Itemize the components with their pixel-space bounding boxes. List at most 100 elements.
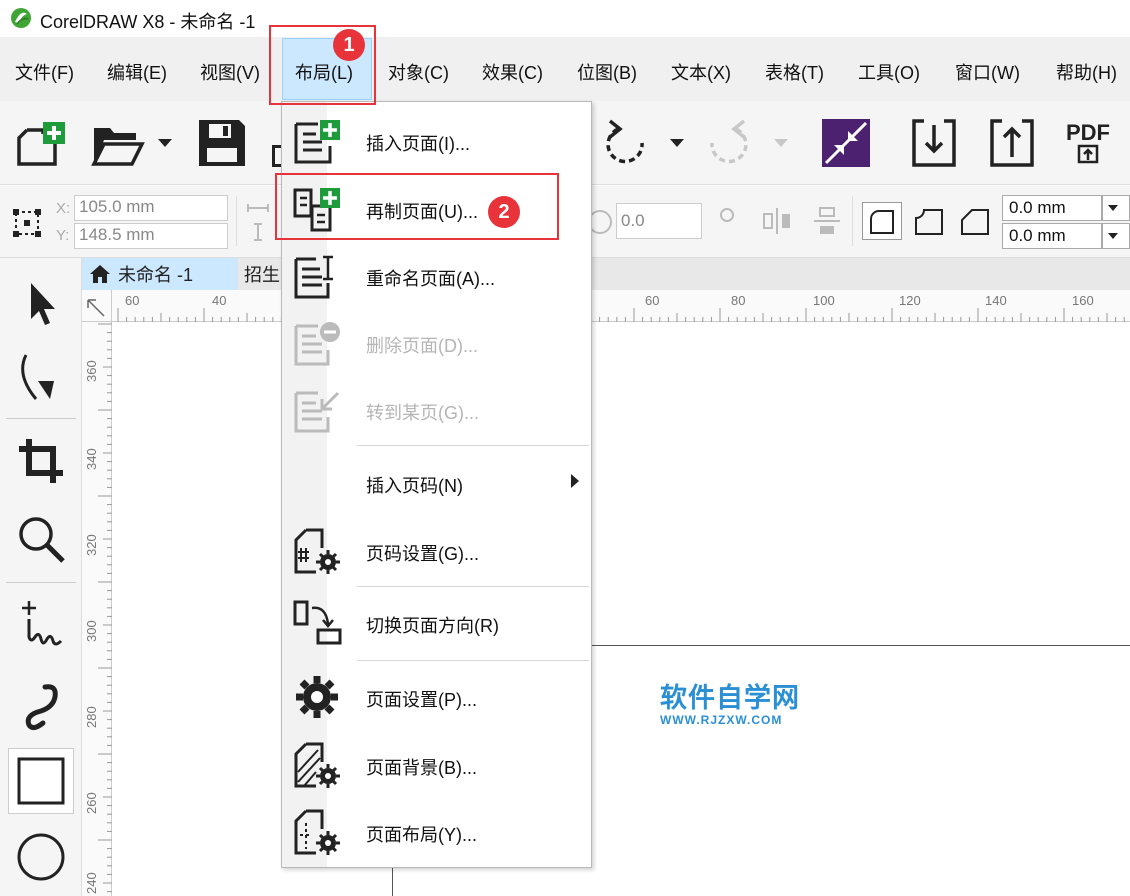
corner-radius-top-spinner[interactable] bbox=[1102, 195, 1130, 221]
x-position-input[interactable]: 105.0 mm bbox=[74, 195, 228, 221]
export-button[interactable] bbox=[984, 115, 1040, 171]
insert-page-icon bbox=[294, 120, 340, 164]
corel-connect-button[interactable] bbox=[818, 115, 874, 171]
toolbox bbox=[0, 258, 82, 896]
undo-button[interactable] bbox=[598, 115, 654, 171]
ruler-label: 340 bbox=[84, 448, 99, 470]
toolbox-separator bbox=[6, 418, 76, 419]
home-icon bbox=[90, 265, 110, 283]
corner-radius-top-input[interactable]: 0.0 mm bbox=[1002, 195, 1102, 221]
page-background-icon bbox=[294, 742, 340, 788]
rotation-angle-input[interactable]: 0.0 bbox=[616, 203, 702, 239]
menu-item-rename-page[interactable]: 重命名页面(A)... bbox=[282, 243, 591, 309]
menu-item-label: 插入页码(N) bbox=[366, 476, 463, 496]
corner-radius-bottom-spinner[interactable] bbox=[1102, 223, 1130, 249]
document-tabs: 未命名 -1 招生 bbox=[82, 258, 1130, 290]
watermark: 软件自学网 WWW.RJZXW.COM bbox=[660, 676, 800, 727]
import-button[interactable] bbox=[906, 115, 962, 171]
x-label: X: bbox=[56, 200, 71, 217]
ellipse-icon bbox=[17, 833, 65, 881]
pdf-label: PDF bbox=[1066, 120, 1110, 145]
redo-icon bbox=[710, 119, 748, 164]
y-label: Y: bbox=[56, 227, 70, 244]
freehand-tool[interactable] bbox=[8, 592, 74, 658]
menu-item-goto-page[interactable]: 转到某页(G)... bbox=[282, 377, 591, 443]
menu-item-label: 删除页面(D)... bbox=[366, 336, 478, 356]
coreldraw-logo-icon bbox=[11, 8, 31, 28]
folder-open-icon bbox=[91, 128, 145, 166]
undo-icon bbox=[606, 119, 644, 164]
menu-table[interactable]: 表格(T) bbox=[765, 59, 824, 85]
save-button[interactable] bbox=[194, 115, 250, 171]
undo-dropdown-arrow-icon[interactable] bbox=[670, 139, 684, 147]
new-document-button[interactable] bbox=[12, 115, 68, 171]
menu-separator bbox=[357, 445, 589, 446]
menu-item-page-layout[interactable]: 页面布局(Y)... bbox=[282, 799, 591, 865]
toolbox-separator bbox=[6, 582, 76, 583]
menu-item-delete-page[interactable]: 删除页面(D)... bbox=[282, 310, 591, 376]
artistic-media-tool[interactable] bbox=[8, 670, 74, 736]
menu-item-label: 插入页面(I)... bbox=[366, 134, 470, 154]
menu-item-page-background[interactable]: 页面背景(B)... bbox=[282, 732, 591, 798]
shape-tool[interactable] bbox=[8, 344, 74, 410]
ruler-label: 320 bbox=[84, 534, 99, 556]
round-corner-button[interactable] bbox=[862, 202, 902, 240]
menu-file[interactable]: 文件(F) bbox=[15, 59, 74, 85]
shape-edit-icon bbox=[21, 354, 54, 400]
pick-arrow-icon bbox=[31, 283, 55, 325]
menu-separator bbox=[357, 586, 589, 587]
menu-item-insert-page-number[interactable]: 插入页码(N) bbox=[282, 450, 591, 516]
menu-separator bbox=[357, 660, 589, 661]
y-position-input[interactable]: 148.5 mm bbox=[74, 223, 228, 249]
menu-bitmaps[interactable]: 位图(B) bbox=[577, 59, 637, 85]
chamfer-corner-icon[interactable] bbox=[958, 204, 994, 238]
title-bar: CorelDRAW X8 - 未命名 -1 bbox=[0, 0, 1130, 37]
ruler-label: 280 bbox=[84, 706, 99, 728]
corner-radius-bottom-input[interactable]: 0.0 mm bbox=[1002, 223, 1102, 249]
menu-help[interactable]: 帮助(H) bbox=[1056, 59, 1117, 85]
switch-orientation-icon bbox=[293, 600, 342, 645]
ruler-label: 140 bbox=[985, 293, 1007, 308]
tab-label: 未命名 -1 bbox=[118, 265, 194, 285]
menu-window[interactable]: 窗口(W) bbox=[955, 59, 1020, 85]
redo-button[interactable] bbox=[702, 115, 758, 171]
new-document-icon bbox=[17, 122, 65, 166]
step-badge-2: 2 bbox=[488, 196, 520, 228]
menu-item-page-setup[interactable]: 页面设置(P)... bbox=[282, 664, 591, 730]
tab-label: 招生 bbox=[244, 265, 280, 285]
scallop-corner-icon[interactable] bbox=[912, 204, 948, 238]
import-icon bbox=[912, 119, 956, 167]
menu-item-label: 页码设置(G)... bbox=[366, 544, 479, 564]
corel-connect-icon bbox=[822, 119, 870, 167]
menu-item-switch-orientation[interactable]: 切换页面方向(R) bbox=[282, 590, 591, 656]
tab-untitled-1[interactable]: 未命名 -1 bbox=[82, 258, 238, 290]
ellipse-tool[interactable] bbox=[8, 824, 74, 890]
menu-view[interactable]: 视图(V) bbox=[200, 59, 260, 85]
menu-edit[interactable]: 编辑(E) bbox=[107, 59, 167, 85]
page-number-settings-icon bbox=[294, 528, 340, 574]
menu-text[interactable]: 文本(X) bbox=[671, 59, 731, 85]
crop-tool[interactable] bbox=[8, 428, 74, 494]
drawing-canvas[interactable] bbox=[113, 323, 1130, 896]
horizontal-ruler[interactable]: 60 40 60 80 100 120 140 160 bbox=[112, 290, 1130, 322]
pick-tool[interactable] bbox=[8, 270, 74, 336]
menu-item-page-number-settings[interactable]: 页码设置(G)... bbox=[282, 518, 591, 584]
redo-dropdown-arrow-icon[interactable] bbox=[774, 139, 788, 147]
menu-tools[interactable]: 工具(O) bbox=[858, 59, 920, 85]
menu-object[interactable]: 对象(C) bbox=[388, 59, 449, 85]
vertical-ruler[interactable]: 360 340 320 300 280 260 240 bbox=[82, 322, 112, 896]
rectangle-tool[interactable] bbox=[8, 748, 74, 814]
open-button[interactable] bbox=[90, 115, 146, 171]
menu-item-label: 页面背景(B)... bbox=[366, 758, 477, 778]
spinner-down-arrow-icon bbox=[1108, 205, 1118, 211]
ruler-origin[interactable] bbox=[82, 290, 112, 322]
menu-item-label: 切换页面方向(R) bbox=[366, 616, 499, 636]
zoom-tool[interactable] bbox=[8, 506, 74, 572]
menu-item-insert-page[interactable]: 插入页面(I)... bbox=[282, 108, 591, 174]
mirror-vertical-icon[interactable] bbox=[812, 206, 842, 236]
menu-effects[interactable]: 效果(C) bbox=[482, 59, 543, 85]
mirror-horizontal-icon[interactable] bbox=[762, 206, 792, 236]
publish-pdf-button[interactable]: PDF bbox=[1060, 115, 1116, 171]
ruler-label: 100 bbox=[813, 293, 835, 308]
open-dropdown-arrow-icon[interactable] bbox=[158, 139, 172, 147]
